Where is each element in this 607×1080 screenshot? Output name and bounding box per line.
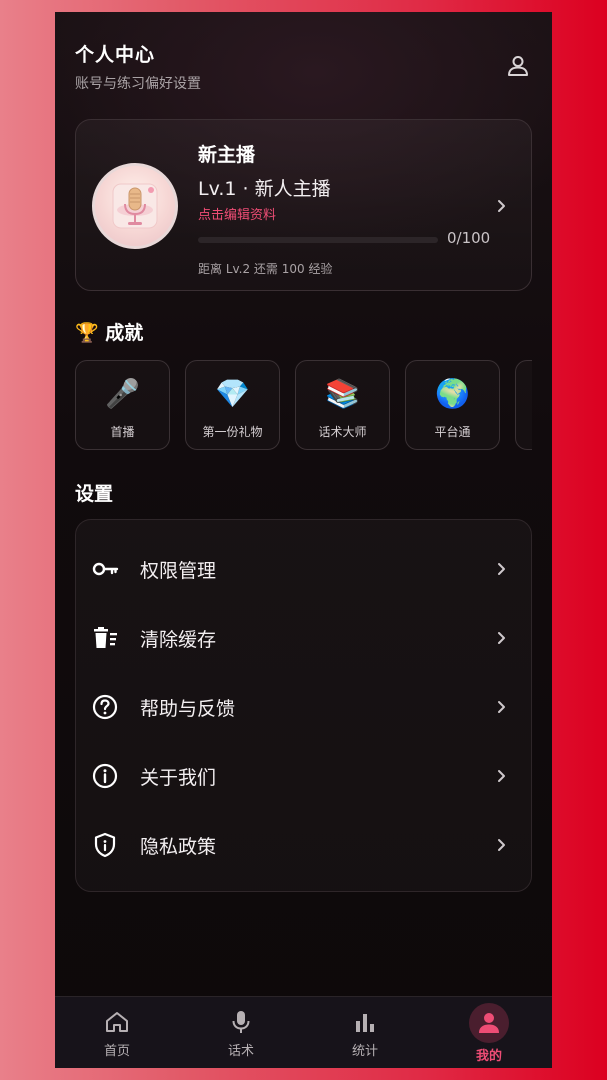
profile-level: Lv.1 · 新人主播: [198, 178, 331, 200]
help-icon: [92, 694, 118, 720]
settings-list: 权限管理 清除缓存 帮助与反馈 关于我们 隐私政策: [75, 519, 532, 892]
achievements-heading: 🏆 成就: [75, 318, 143, 345]
achievement-label: 话术大师: [318, 425, 367, 439]
achievements-list[interactable]: 🎤 首播 💎 第一份礼物 📚 话术大师 🌍 平台通: [75, 360, 532, 452]
home-icon: [106, 1012, 128, 1032]
trash-icon: [94, 627, 117, 648]
tab-home[interactable]: 首页: [55, 997, 179, 1068]
settings-title: 设置: [75, 483, 114, 505]
chevron-right-icon: [498, 632, 505, 644]
tab-label: 话术: [227, 1044, 254, 1059]
edit-profile-link[interactable]: 点击编辑资料: [198, 204, 276, 223]
account-button[interactable]: [504, 52, 532, 80]
globe-icon: 🌍: [435, 377, 470, 410]
tab-label: 我的: [475, 1049, 502, 1064]
page-subtitle: 账号与练习偏好设置: [75, 76, 201, 92]
setting-item-clear-cache[interactable]: 清除缓存: [76, 608, 531, 668]
chevron-right-icon: [498, 200, 505, 212]
page-header: 个人中心 账号与练习偏好设置: [75, 40, 532, 100]
setting-label: 清除缓存: [140, 629, 217, 651]
achievement-label: 首播: [110, 425, 135, 439]
key-icon: [92, 562, 119, 576]
achievement-label: 第一份礼物: [202, 425, 263, 439]
bar-chart-icon: [356, 1014, 374, 1032]
microphone-icon: 🎤: [105, 377, 140, 410]
chevron-right-icon: [498, 563, 505, 575]
profile-card[interactable]: 新主播 Lv.1 · 新人主播 点击编辑资料 0/100 距离 Lv.2 还需 …: [75, 119, 532, 291]
tab-stats[interactable]: 统计: [303, 997, 427, 1068]
person-icon: [479, 1013, 499, 1033]
setting-label: 关于我们: [140, 767, 217, 789]
microphone-icon: [232, 1011, 250, 1033]
microphone-avatar: [112, 183, 158, 229]
next-level-hint: 距离 Lv.2 还需 100 经验: [198, 262, 333, 276]
chevron-right-icon: [498, 839, 505, 851]
bottom-tab-bar: 首页 话术 统计 我的: [55, 996, 552, 1068]
avatar[interactable]: [92, 163, 178, 249]
setting-label: 权限管理: [140, 560, 217, 582]
chevron-right-icon: [498, 701, 505, 713]
experience-progress-text: 0/100: [447, 229, 491, 247]
chevron-right-icon: [498, 770, 505, 782]
setting-label: 帮助与反馈: [140, 698, 236, 720]
tab-label: 首页: [103, 1044, 130, 1059]
setting-item-privacy[interactable]: 隐私政策: [76, 815, 531, 875]
setting-item-about[interactable]: 关于我们: [76, 746, 531, 806]
experience-progress-bar: [198, 237, 438, 243]
achievement-item[interactable]: 🎤 首播: [75, 360, 170, 450]
setting-item-permissions[interactable]: 权限管理: [76, 539, 531, 599]
achievement-item[interactable]: 📚 话术大师: [295, 360, 390, 450]
achievement-label: 平台通: [434, 425, 471, 439]
setting-item-help[interactable]: 帮助与反馈: [76, 677, 531, 737]
setting-label: 隐私政策: [140, 836, 217, 858]
tab-scripts[interactable]: 话术: [179, 997, 303, 1068]
achievements-title: 成就: [105, 322, 144, 344]
books-icon: 📚: [325, 377, 360, 410]
tab-label: 统计: [351, 1044, 378, 1059]
shield-icon: [94, 832, 116, 858]
info-icon: [92, 763, 118, 789]
achievement-item-partial[interactable]: [515, 360, 532, 450]
user-icon: [508, 56, 528, 76]
app-screen: 个人中心 账号与练习偏好设置 新主播 Lv.1 · 新人主播 点击编辑资料 0/…: [55, 12, 552, 1068]
trophy-icon: 🏆: [75, 322, 99, 344]
profile-name: 新主播: [198, 144, 256, 166]
gem-icon: 💎: [215, 377, 250, 410]
page-title: 个人中心: [75, 44, 156, 66]
achievement-item[interactable]: 🌍 平台通: [405, 360, 500, 450]
achievement-item[interactable]: 💎 第一份礼物: [185, 360, 280, 450]
tab-profile[interactable]: 我的: [427, 997, 551, 1068]
